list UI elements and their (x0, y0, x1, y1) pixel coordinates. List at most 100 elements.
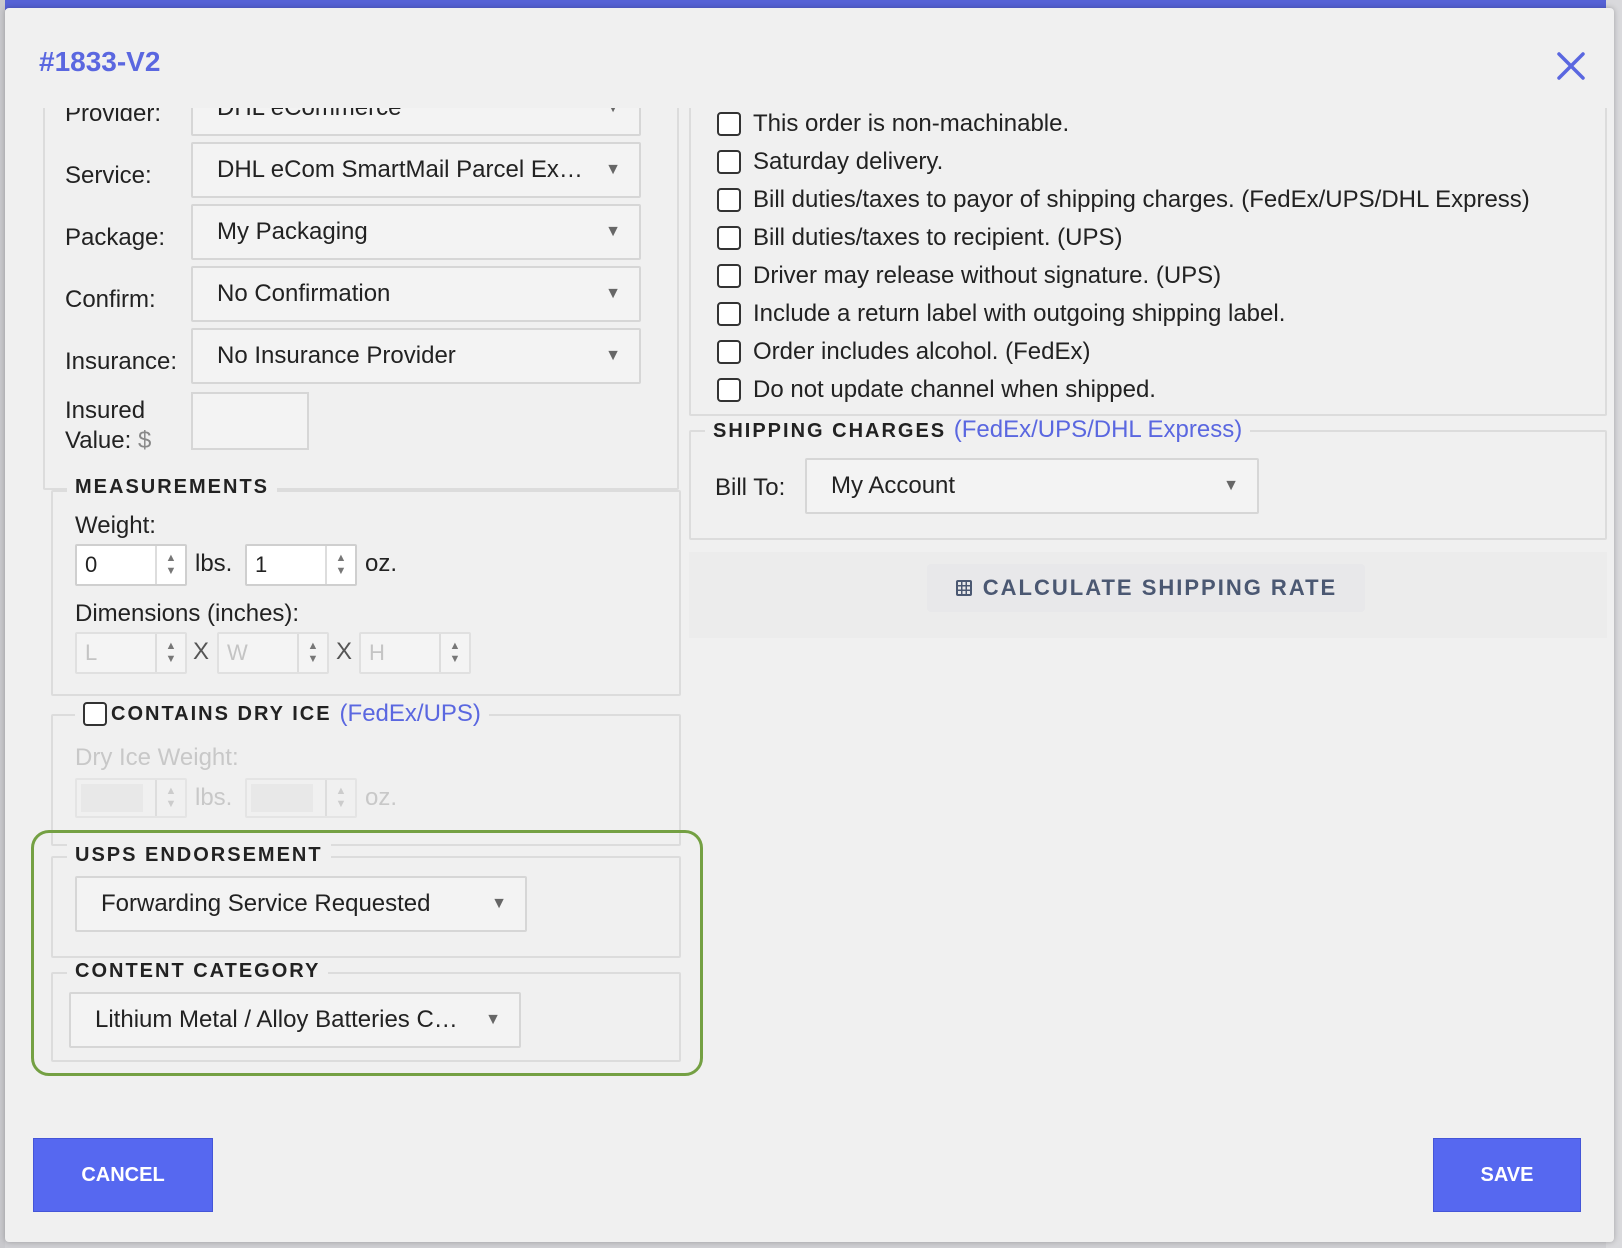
dry-ice-lbs-input[interactable]: ▲ ▼ (75, 778, 187, 818)
modal-title: #1833-V2 (39, 46, 161, 77)
option-checkbox[interactable] (717, 340, 741, 364)
dry-ice-oz-input[interactable]: ▲ ▼ (245, 778, 357, 818)
cancel-button-label: CANCEL (81, 1163, 165, 1186)
caret-down-icon: ▼ (1223, 477, 1239, 494)
bill-to-label: Bill To: (715, 474, 786, 501)
oz-unit: oz. (365, 550, 398, 577)
width-input[interactable]: W ▲ ▼ (217, 632, 329, 674)
save-button[interactable]: SAVE (1433, 1138, 1581, 1212)
calculator-icon (955, 580, 972, 596)
caret-down-icon: ▼ (605, 285, 621, 302)
option-checkbox[interactable] (717, 226, 741, 250)
insurance-select[interactable]: No Insurance Provider ▼ (191, 328, 641, 384)
option-row[interactable]: Do not update channel when shipped. (717, 372, 1156, 408)
option-checkbox[interactable] (717, 264, 741, 288)
weight-label: Weight: (75, 512, 156, 539)
dimensions-label: Dimensions (inches): (75, 600, 300, 627)
confirm-label: Confirm: (65, 286, 156, 313)
insured-value-label-line1: Insured (65, 397, 146, 424)
dry-ice-weight-label: Dry Ice Weight: (75, 744, 239, 771)
service-label: Service: (65, 162, 152, 189)
provider-value: DHL eCommerce (217, 108, 402, 122)
option-row[interactable]: This order is non-machinable. (717, 108, 1069, 142)
option-label: Bill duties/taxes to payor of shipping c… (753, 186, 1530, 213)
insurance-label: Insurance: (65, 348, 178, 375)
spinner-icon[interactable]: ▲ ▼ (439, 634, 469, 672)
insurance-value: No Insurance Provider (217, 342, 456, 369)
option-checkbox[interactable] (717, 188, 741, 212)
option-label: Saturday delivery. (753, 148, 944, 175)
cancel-button[interactable]: CANCEL (33, 1138, 213, 1212)
option-checkbox[interactable] (717, 302, 741, 326)
option-row[interactable]: Include a return label with outgoing shi… (717, 296, 1285, 332)
option-row[interactable]: Bill duties/taxes to recipient. (UPS) (717, 220, 1122, 256)
caret-down-icon: ▼ (605, 223, 621, 240)
caret-down-icon: ▼ (605, 161, 621, 178)
shipping-charges-legend-text: SHIPPING CHARGES (713, 420, 947, 442)
width-placeholder: W (227, 640, 248, 665)
dry-ice-legend-text: CONTAINS DRY ICE (111, 702, 332, 725)
option-label: Bill duties/taxes to recipient. (UPS) (753, 224, 1123, 251)
option-row[interactable]: Driver may release without signature. (U… (717, 258, 1221, 294)
caret-down-icon: ▼ (605, 108, 621, 117)
bill-to-select[interactable]: My Account ▼ (805, 458, 1259, 514)
spinner-icon[interactable]: ▲ ▼ (325, 546, 355, 584)
service-select[interactable]: DHL eCom SmartMail Parcel Ex… ▼ (191, 142, 641, 198)
package-select[interactable]: My Packaging ▼ (191, 204, 641, 260)
measurements-legend: MEASUREMENTS (67, 476, 278, 499)
option-checkbox[interactable] (717, 150, 741, 174)
usps-endorsement-legend: USPS ENDORSEMENT (67, 844, 331, 867)
option-label: Include a return label with outgoing shi… (753, 300, 1286, 327)
option-row[interactable]: Order includes alcohol. (FedEx) (717, 334, 1090, 370)
insured-value-label: Insured Value: $ (65, 396, 151, 456)
spinner-icon: ▲ ▼ (155, 780, 185, 816)
option-row[interactable]: Bill duties/taxes to payor of shipping c… (717, 182, 1530, 218)
currency-symbol: $ (137, 427, 152, 454)
weight-oz-input[interactable]: 1 ▲ ▼ (245, 544, 357, 586)
bill-to-value: My Account (831, 472, 956, 499)
confirm-select[interactable]: No Confirmation ▼ (191, 266, 641, 322)
calculate-shipping-rate-button[interactable]: CALCULATE SHIPPING RATE (927, 564, 1365, 612)
service-value: DHL eCom SmartMail Parcel Ex… (217, 156, 583, 183)
spinner-icon: ▲ ▼ (325, 780, 355, 816)
edit-order-modal: #1833-V2 Provider: DHL eCommerce ▼ Servi… (5, 8, 1614, 1242)
weight-oz-value: 1 (255, 552, 268, 577)
option-label: This order is non-machinable. (753, 110, 1070, 137)
caret-down-icon: ▼ (491, 895, 507, 912)
option-row[interactable]: Saturday delivery. (717, 144, 943, 180)
height-input[interactable]: H ▲ ▼ (359, 632, 471, 674)
dry-ice-checkbox[interactable] (83, 702, 107, 726)
dimension-separator: X (193, 638, 210, 665)
weight-lbs-input[interactable]: 0 ▲ ▼ (75, 544, 187, 586)
content-category-legend: CONTENT CATEGORY (67, 960, 329, 983)
shipping-charges-legend-note: (FedEx/UPS/DHL Express) (953, 416, 1243, 443)
dry-ice-legend: CONTAINS DRY ICE (FedEx/UPS) (75, 700, 489, 728)
confirm-value: No Confirmation (217, 280, 391, 307)
option-checkbox[interactable] (717, 112, 741, 136)
dry-ice-oz-unit: oz. (365, 784, 398, 811)
provider-select[interactable]: DHL eCommerce ▼ (191, 108, 641, 136)
option-checkbox[interactable] (717, 378, 741, 402)
spinner-icon[interactable]: ▲ ▼ (155, 634, 185, 672)
length-input[interactable]: L ▲ ▼ (75, 632, 187, 674)
usps-endorsement-select[interactable]: Forwarding Service Requested ▼ (75, 876, 527, 932)
content-category-select[interactable]: Lithium Metal / Alloy Batteries C… ▼ (69, 992, 521, 1048)
weight-lbs-value: 0 (85, 552, 98, 577)
option-label: Driver may release without signature. (U… (753, 262, 1222, 289)
lbs-unit: lbs. (195, 550, 233, 577)
option-label: Order includes alcohol. (FedEx) (753, 338, 1091, 365)
save-button-label: SAVE (1480, 1163, 1534, 1186)
dimension-separator: X (336, 638, 353, 665)
close-button[interactable] (1553, 48, 1589, 84)
spinner-icon[interactable]: ▲ ▼ (297, 634, 327, 672)
spinner-icon[interactable]: ▲ ▼ (155, 546, 185, 584)
shipping-charges-legend: SHIPPING CHARGES (FedEx/UPS/DHL Express) (705, 416, 1251, 444)
insured-value-input[interactable] (191, 392, 309, 450)
dry-ice-legend-note: (FedEx/UPS) (339, 700, 481, 727)
usps-endorsement-value: Forwarding Service Requested (101, 890, 431, 917)
length-placeholder: L (85, 640, 98, 665)
content-category-value: Lithium Metal / Alloy Batteries C… (95, 1006, 458, 1033)
package-value: My Packaging (217, 218, 368, 245)
option-label: Do not update channel when shipped. (753, 376, 1156, 403)
height-placeholder: H (369, 640, 385, 665)
